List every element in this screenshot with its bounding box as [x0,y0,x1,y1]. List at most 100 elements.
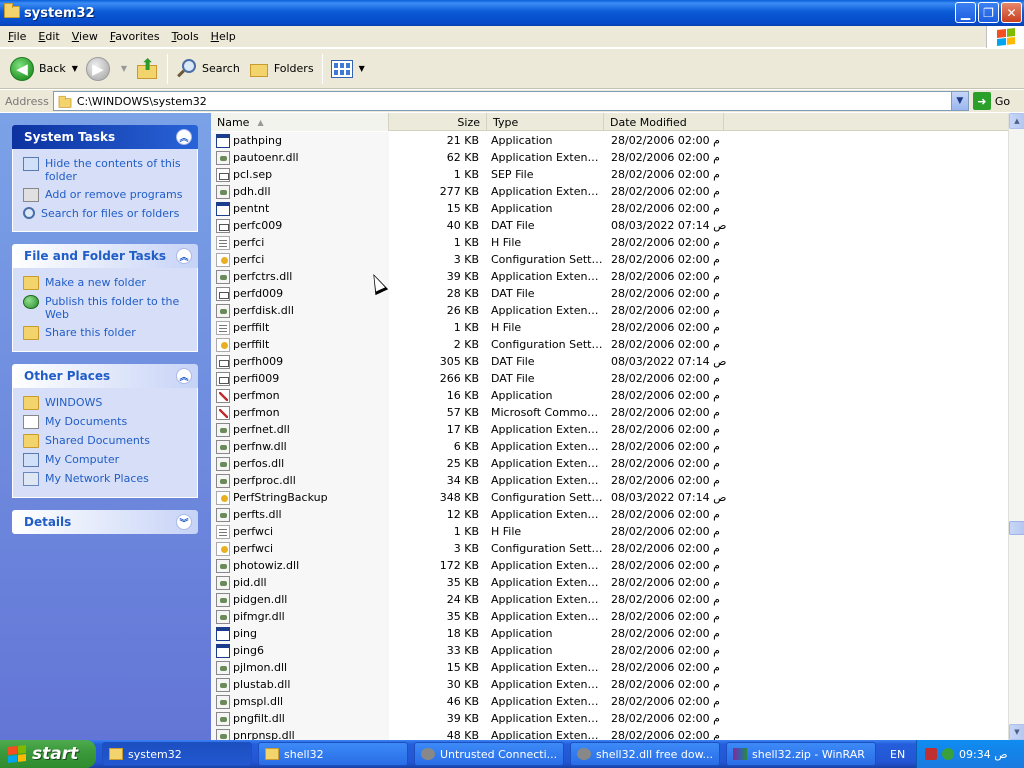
minimize-button[interactable]: ▁ [955,2,976,23]
file-date: 28/02/2006 02:00 م [611,508,720,521]
close-button[interactable]: ✕ [1001,2,1022,23]
start-button[interactable]: start [0,740,96,768]
table-row[interactable]: perfdisk.dll 26 KB Application Extension 28… [211,302,1008,319]
place-my-network-places-link[interactable]: My Network Places [23,472,189,486]
file-type: Application Extension [491,185,604,198]
folder-icon [4,3,20,20]
table-row[interactable]: ping 18 KB Application 28/02/2006 02:00 م [211,625,1008,642]
table-row[interactable]: perffilt 2 KB Configuration Settings 28/02/… [211,336,1008,353]
vertical-scrollbar[interactable]: ▲ ▼ [1008,113,1024,740]
table-row[interactable]: perfh009 305 KB DAT File 08/03/2022 07:14 ص [211,353,1008,370]
file-date: 28/02/2006 02:00 م [611,185,720,198]
views-button[interactable]: ▼ [327,52,369,86]
table-row[interactable]: pmspl.dll 46 KB Application Extension 28/02… [211,693,1008,710]
hide-contents-link[interactable]: Hide the contents of this folder [23,157,189,183]
collapse-icon[interactable]: ︽ [176,248,192,264]
network-icon[interactable] [942,748,954,760]
table-row[interactable]: perfproc.dll 34 KB Application Extension 28… [211,472,1008,489]
column-header-size[interactable]: Size [389,113,487,131]
menu-tools[interactable]: Tools [166,30,205,43]
table-row[interactable]: pjlmon.dll 15 KB Application Extension 28/0… [211,659,1008,676]
table-row[interactable]: perfos.dll 25 KB Application Extension 28/0… [211,455,1008,472]
scroll-up-icon[interactable]: ▲ [1009,113,1024,129]
address-dropdown-icon[interactable]: ▼ [950,92,968,110]
table-row[interactable]: perfwci 1 KB H File 28/02/2006 02:00 م [211,523,1008,540]
expand-icon[interactable]: ︾ [176,514,192,530]
table-row[interactable]: perfnet.dll 17 KB Application Extension 28/… [211,421,1008,438]
my-documents-icon [23,415,39,429]
table-row[interactable]: ping6 33 KB Application 28/02/2006 02:00 م [211,642,1008,659]
taskbar-button[interactable]: shell32 [258,742,408,766]
column-header-name[interactable]: Name ▲ [211,113,389,131]
menu-help[interactable]: Help [205,30,242,43]
file-folder-tasks-header[interactable]: File and Folder Tasks ︽ [12,244,198,268]
table-row[interactable]: pid.dll 35 KB Application Extension 28/02/2… [211,574,1008,591]
table-row[interactable]: pifmgr.dll 35 KB Application Extension 28/0… [211,608,1008,625]
add-remove-programs-link[interactable]: Add or remove programs [23,188,189,202]
scroll-thumb[interactable] [1009,521,1024,535]
security-shield-icon[interactable] [925,748,937,760]
table-row[interactable]: pcl.sep 1 KB SEP File 28/02/2006 02:00 م [211,166,1008,183]
file-size: 24 KB [446,593,479,606]
search-files-link[interactable]: Search for files or folders [23,207,189,220]
back-button[interactable]: ◀ Back ▼ [6,52,82,86]
menu-edit[interactable]: Edit [32,30,65,43]
back-dropdown-icon[interactable]: ▼ [72,64,78,73]
place-shared-documents-link[interactable]: Shared Documents [23,434,189,448]
search-label: Search [202,62,240,75]
table-row[interactable]: pngfilt.dll 39 KB Application Extension 28/… [211,710,1008,727]
table-row[interactable]: perfwci 3 KB Configuration Settings 28/02/2… [211,540,1008,557]
forward-button[interactable]: ▶ ▼ [82,52,131,86]
table-row[interactable]: perfci 1 KB H File 28/02/2006 02:00 م [211,234,1008,251]
table-row[interactable]: plustab.dll 30 KB Application Extension 28/… [211,676,1008,693]
table-row[interactable]: perfd009 28 KB DAT File 28/02/2006 02:00 م [211,285,1008,302]
forward-dropdown-icon[interactable]: ▼ [121,64,127,73]
menu-favorites[interactable]: Favorites [104,30,166,43]
table-row[interactable]: perfi009 266 KB DAT File 28/02/2006 02:00 م [211,370,1008,387]
menu-view[interactable]: View [66,30,104,43]
place-my-documents-link[interactable]: My Documents [23,415,189,429]
table-row[interactable]: pnrpnsp.dll 48 KB Application Extension 28/… [211,727,1008,740]
taskbar-button[interactable]: system32 [102,742,252,766]
table-row[interactable]: perfnw.dll 6 KB Application Extension 28/02… [211,438,1008,455]
details-header[interactable]: Details ︾ [12,510,198,534]
table-row[interactable]: photowiz.dll 172 KB Application Extension 2… [211,557,1008,574]
table-row[interactable]: perfci 3 KB Configuration Settings 28/02/20… [211,251,1008,268]
folders-button[interactable]: Folders [244,52,318,86]
scroll-down-icon[interactable]: ▼ [1009,724,1024,740]
collapse-icon[interactable]: ︽ [176,368,192,384]
collapse-icon[interactable]: ︽ [176,129,192,145]
table-row[interactable]: perffilt 1 KB H File 28/02/2006 02:00 م [211,319,1008,336]
table-row[interactable]: perfctrs.dll 39 KB Application Extension 28… [211,268,1008,285]
make-new-folder-link[interactable]: Make a new folder [23,276,189,290]
place-my-computer-link[interactable]: My Computer [23,453,189,467]
taskbar-button[interactable]: shell32.zip - WinRAR [726,742,876,766]
table-row[interactable]: pidgen.dll 24 KB Application Extension 28/0… [211,591,1008,608]
table-row[interactable]: perfts.dll 12 KB Application Extension 28/0… [211,506,1008,523]
table-row[interactable]: pdh.dll 277 KB Application Extension 28/02/… [211,183,1008,200]
address-input[interactable]: C:\WINDOWS\system32 ▼ [52,91,969,111]
column-header-date[interactable]: Date Modified [604,113,724,131]
place-windows-link[interactable]: WINDOWS [23,396,189,410]
table-row[interactable]: perfmon 57 KB Microsoft Common ... 28/02/20… [211,404,1008,421]
table-row[interactable]: perfmon 16 KB Application 28/02/2006 02:00 … [211,387,1008,404]
maximize-button[interactable]: ❐ [978,2,999,23]
taskbar-button[interactable]: Untrusted Connecti... [414,742,564,766]
go-button[interactable]: ➜ Go [972,92,1010,110]
share-folder-link[interactable]: Share this folder [23,326,189,340]
other-places-header[interactable]: Other Places ︽ [12,364,198,388]
search-button[interactable]: Search [172,52,244,86]
column-header-type[interactable]: Type [487,113,604,131]
file-dll-icon [216,150,230,165]
table-row[interactable]: perfc009 40 KB DAT File 08/03/2022 07:14 ص [211,217,1008,234]
up-folder-button[interactable]: ⬆ [131,52,163,86]
table-row[interactable]: pentnt 15 KB Application 28/02/2006 02:00 م [211,200,1008,217]
publish-web-link[interactable]: Publish this folder to the Web [23,295,189,321]
system-tasks-header[interactable]: System Tasks ︽ [12,125,198,149]
table-row[interactable]: pautoenr.dll 62 KB Application Extension 28… [211,149,1008,166]
table-row[interactable]: pathping 21 KB Application 28/02/2006 02:00… [211,132,1008,149]
table-row[interactable]: PerfStringBackup 348 KB Configuration Sett… [211,489,1008,506]
file-name-cell: photowiz.dll [211,558,389,573]
menu-file[interactable]: File [2,30,32,43]
taskbar-button[interactable]: shell32.dll free dow... [570,742,720,766]
